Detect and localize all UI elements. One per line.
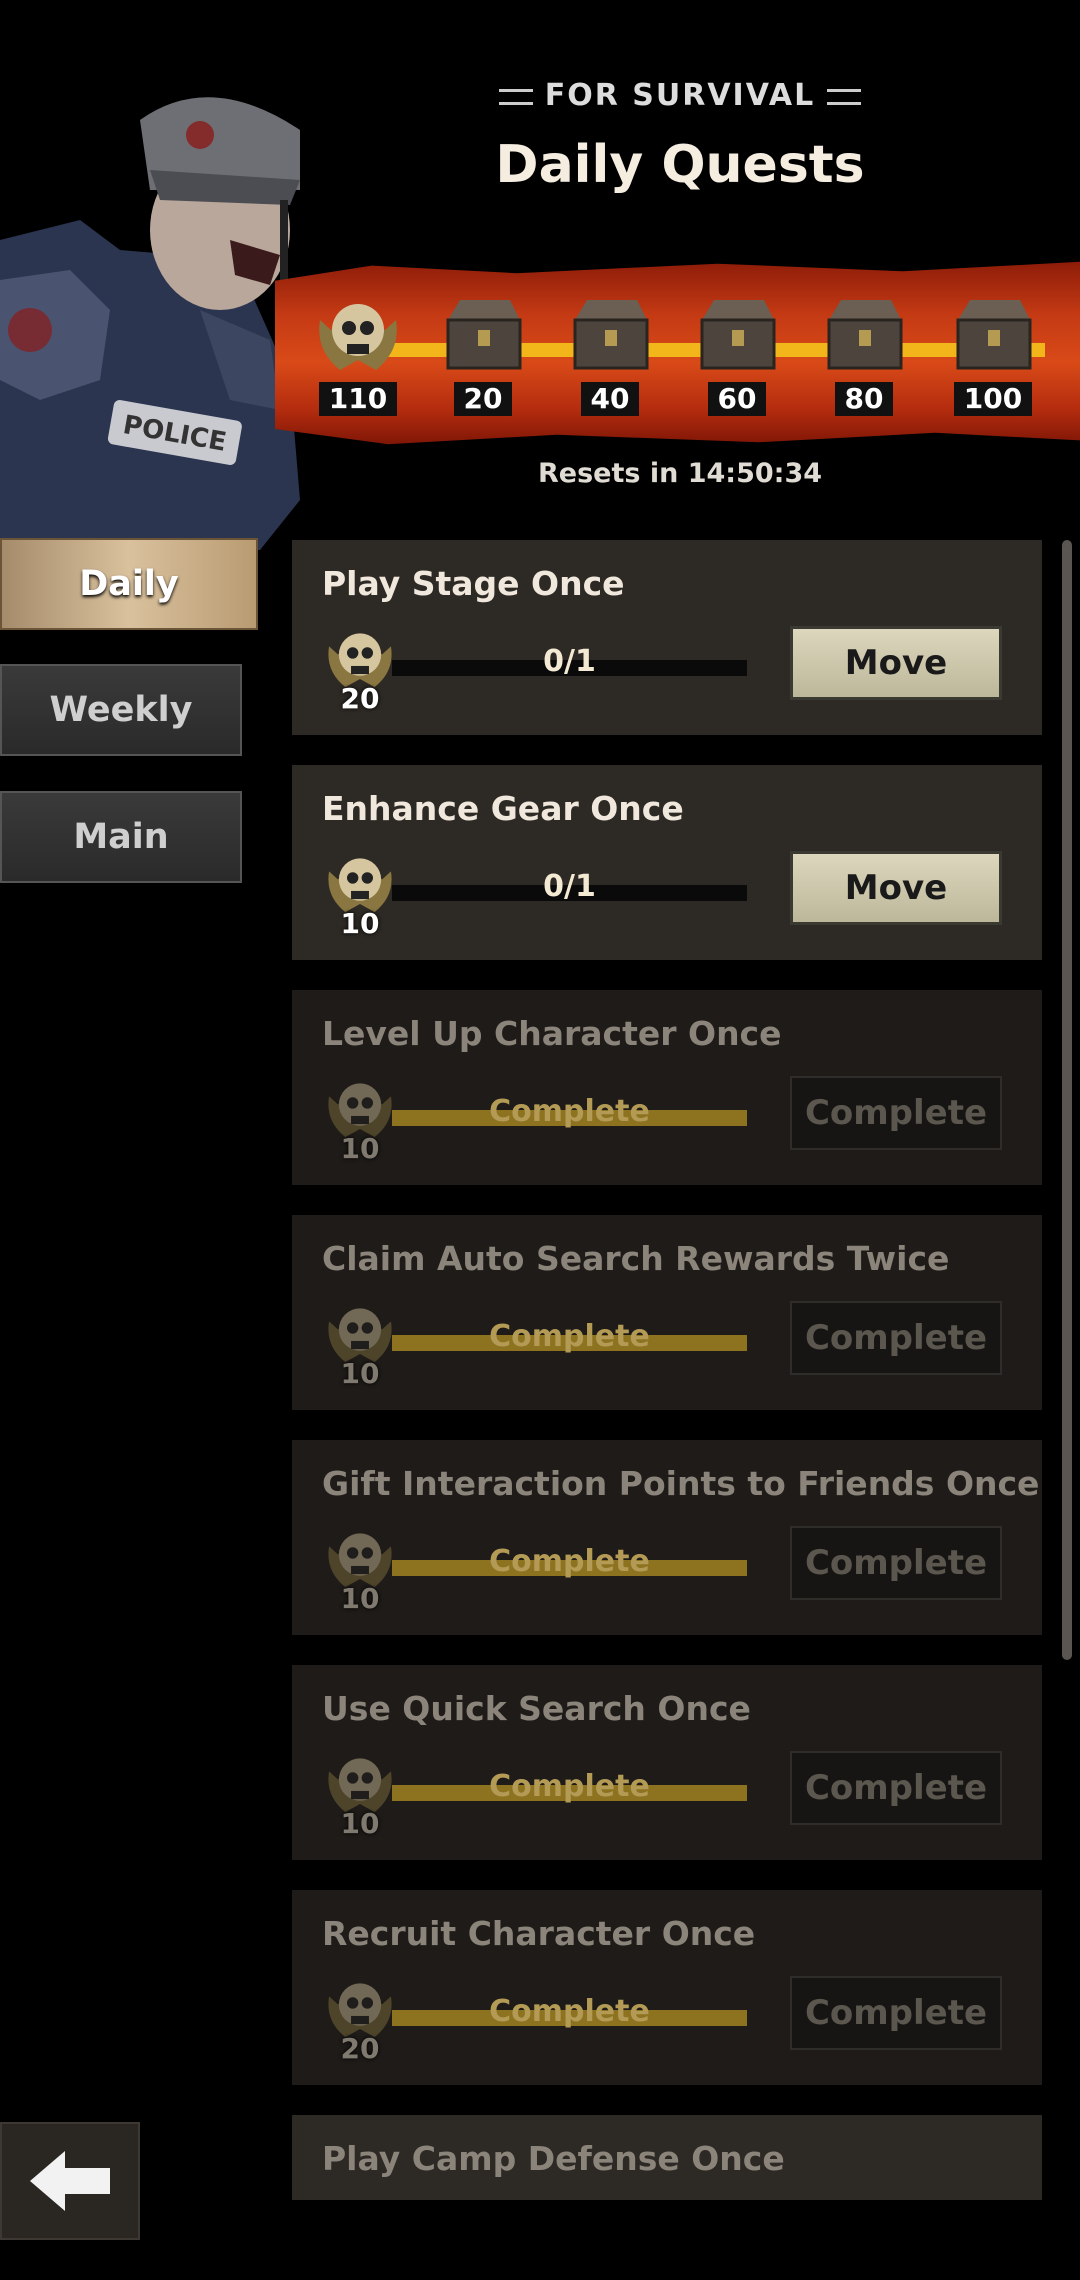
reset-timer: Resets in 14:50:34 (537, 458, 823, 489)
complete-button[interactable]: Complete (790, 1526, 1002, 1600)
quest-name: Gift Interaction Points to Friends Once (322, 1464, 1040, 1503)
quest-reward: 10 (320, 1522, 400, 1615)
reward-amount: 10 (340, 1582, 380, 1615)
complete-button[interactable]: Complete (790, 1076, 1002, 1150)
chest-icon (956, 300, 1032, 370)
quest-card: Play Stage Once 20 0/1 Move (292, 540, 1042, 735)
quest-card: Play Camp Defense Once (292, 2115, 1042, 2200)
chest-icon (700, 300, 776, 370)
quest-reward: 10 (320, 1297, 400, 1390)
quest-progress-text: Complete (489, 1544, 650, 1579)
milestone-label: 110 (318, 382, 398, 416)
quest-card: Gift Interaction Points to Friends Once … (292, 1440, 1042, 1635)
move-button[interactable]: Move (790, 626, 1002, 700)
quest-reward: 20 (320, 622, 400, 715)
milestone-chest-60[interactable]: 60 (687, 290, 787, 420)
quest-name: Use Quick Search Once (322, 1689, 751, 1728)
milestone-chest-40[interactable]: 40 (560, 290, 660, 420)
quest-reward: 10 (320, 1747, 400, 1840)
quest-reward: 20 (320, 1972, 400, 2065)
quest-card: Use Quick Search Once 10 Complete Comple… (292, 1665, 1042, 1860)
chest-icon (573, 300, 649, 370)
quest-name: Recruit Character Once (322, 1914, 756, 1953)
quest-reward: 10 (320, 1072, 400, 1165)
quest-card: Level Up Character Once 10 Complete Comp… (292, 990, 1042, 1185)
reward-amount: 20 (340, 2032, 380, 2065)
chest-icon (446, 300, 522, 370)
move-button[interactable]: Move (790, 851, 1002, 925)
arrow-left-icon (30, 2151, 110, 2211)
quest-reward: 10 (320, 847, 400, 940)
quest-progress-text: Complete (489, 1319, 650, 1354)
quest-name: Enhance Gear Once (322, 789, 684, 828)
quest-name: Play Stage Once (322, 564, 625, 603)
milestone-label: 80 (834, 382, 894, 416)
quest-name: Play Camp Defense Once (322, 2139, 785, 2178)
quest-progress-text: Complete (489, 1994, 650, 2029)
complete-button[interactable]: Complete (790, 1976, 1002, 2050)
quest-progress-text: 0/1 (543, 644, 596, 679)
reward-amount: 20 (340, 682, 380, 715)
chest-icon (827, 300, 903, 370)
milestone-label: 40 (580, 382, 640, 416)
reward-amount: 10 (340, 907, 380, 940)
quest-card: Claim Auto Search Rewards Twice 10 Compl… (292, 1215, 1042, 1410)
reward-amount: 10 (340, 1807, 380, 1840)
milestone-skull-110[interactable]: 110 (308, 290, 408, 420)
complete-button[interactable]: Complete (790, 1301, 1002, 1375)
tab-main[interactable]: Main (0, 791, 242, 883)
reward-amount: 10 (340, 1132, 380, 1165)
quest-list[interactable]: Play Stage Once 20 0/1 Move Enhance Gear… (292, 540, 1042, 2200)
quest-progress-text: Complete (489, 1094, 650, 1129)
milestone-chest-100[interactable]: 100 (943, 290, 1043, 420)
quest-name: Level Up Character Once (322, 1014, 782, 1053)
skull-medal-icon (319, 304, 397, 370)
milestone-chest-80[interactable]: 80 (814, 290, 914, 420)
milestone-chest-20[interactable]: 20 (433, 290, 533, 420)
milestone-label: 60 (707, 382, 767, 416)
milestone-label: 20 (453, 382, 513, 416)
quest-progress-text: 0/1 (543, 869, 596, 904)
scrollbar[interactable] (1062, 540, 1072, 1660)
back-button[interactable] (0, 2122, 140, 2240)
tab-weekly[interactable]: Weekly (0, 664, 242, 756)
tab-daily[interactable]: Daily (0, 538, 258, 630)
quest-card: Recruit Character Once 20 Complete Compl… (292, 1890, 1042, 2085)
milestone-label: 100 (953, 382, 1033, 416)
quest-progress-text: Complete (489, 1769, 650, 1804)
complete-button[interactable]: Complete (790, 1751, 1002, 1825)
reward-amount: 10 (340, 1357, 380, 1390)
quest-card: Enhance Gear Once 10 0/1 Move (292, 765, 1042, 960)
quest-name: Claim Auto Search Rewards Twice (322, 1239, 950, 1278)
